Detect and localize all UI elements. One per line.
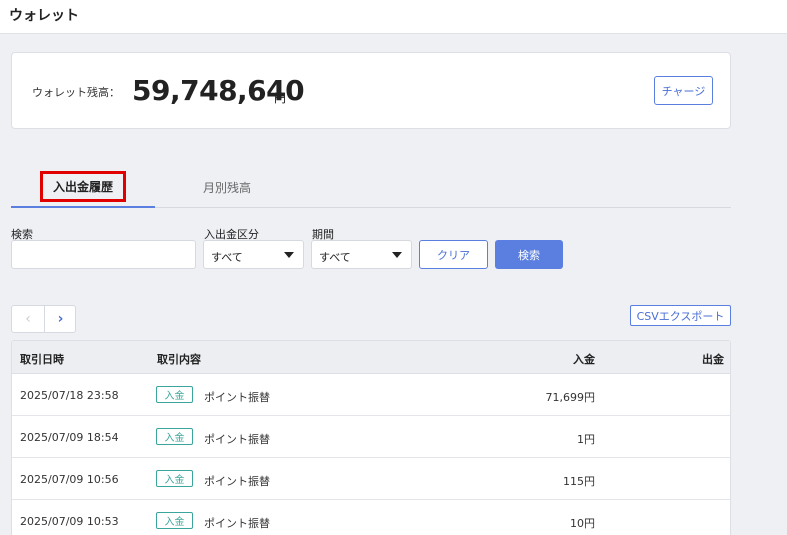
column-header-description: 取引内容 (157, 353, 201, 366)
deposit-badge: 入金 (156, 470, 193, 487)
column-header-date: 取引日時 (20, 353, 64, 366)
row-deposit: 71,699円 (545, 391, 596, 404)
type-filter-value: すべて (211, 251, 243, 264)
table-row: 2025/07/09 10:53 入金 ポイント振替 10円 (12, 500, 730, 535)
tab-transaction-history-label: 入出金履歴 (39, 170, 126, 202)
tab-monthly-balance[interactable]: 月別残高 (155, 166, 299, 208)
pagination: ‹ › (11, 305, 76, 333)
period-filter-value: すべて (319, 251, 351, 264)
tab-transaction-history[interactable]: 入出金履歴 (11, 166, 155, 208)
search-input[interactable] (11, 240, 196, 269)
row-deposit: 1円 (577, 433, 595, 446)
pager-prev-button[interactable]: ‹ (12, 306, 44, 332)
row-description: ポイント振替 (204, 475, 270, 488)
row-date: 2025/07/18 23:58 (20, 389, 119, 402)
caret-down-icon (284, 252, 294, 258)
deposit-badge: 入金 (156, 512, 193, 529)
tab-bar: 入出金履歴 月別残高 (11, 166, 731, 208)
chevron-left-icon: ‹ (25, 311, 31, 327)
table-row: 2025/07/18 23:58 入金 ポイント振替 71,699円 (12, 374, 730, 416)
wallet-balance-unit: 円 (274, 91, 287, 105)
charge-button[interactable]: チャージ (654, 76, 713, 105)
table-header: 取引日時 取引内容 入金 出金 (12, 341, 730, 374)
row-date: 2025/07/09 18:54 (20, 431, 119, 444)
type-filter-select[interactable]: すべて (203, 240, 304, 269)
deposit-badge: 入金 (156, 428, 193, 445)
row-description: ポイント振替 (204, 517, 270, 530)
table-row: 2025/07/09 10:56 入金 ポイント振替 115円 (12, 458, 730, 500)
row-description: ポイント振替 (204, 391, 270, 404)
row-deposit: 115円 (563, 475, 595, 488)
chevron-right-icon: › (57, 311, 64, 327)
wallet-balance-card: ウォレット残高： 59,748,640 円 チャージ (11, 52, 731, 129)
search-button[interactable]: 検索 (495, 240, 563, 269)
top-bar: ウォレット (0, 0, 787, 34)
period-filter-select[interactable]: すべて (311, 240, 412, 269)
csv-export-button[interactable]: CSVエクスポート (630, 305, 731, 326)
wallet-balance-label: ウォレット残高： (32, 86, 120, 99)
row-date: 2025/07/09 10:53 (20, 515, 119, 528)
pager-next-button[interactable]: › (45, 306, 76, 332)
deposit-badge: 入金 (156, 386, 193, 403)
row-description: ポイント振替 (204, 433, 270, 446)
clear-button[interactable]: クリア (419, 240, 488, 269)
page-title: ウォレット (9, 8, 79, 24)
row-date: 2025/07/09 10:56 (20, 473, 119, 486)
table-row: 2025/07/09 18:54 入金 ポイント振替 1円 (12, 416, 730, 458)
row-deposit: 10円 (570, 517, 595, 530)
column-header-withdrawal: 出金 (702, 353, 724, 366)
caret-down-icon (392, 252, 402, 258)
transaction-table: 取引日時 取引内容 入金 出金 2025/07/18 23:58 入金 ポイント… (11, 340, 731, 535)
column-header-deposit: 入金 (573, 353, 595, 366)
